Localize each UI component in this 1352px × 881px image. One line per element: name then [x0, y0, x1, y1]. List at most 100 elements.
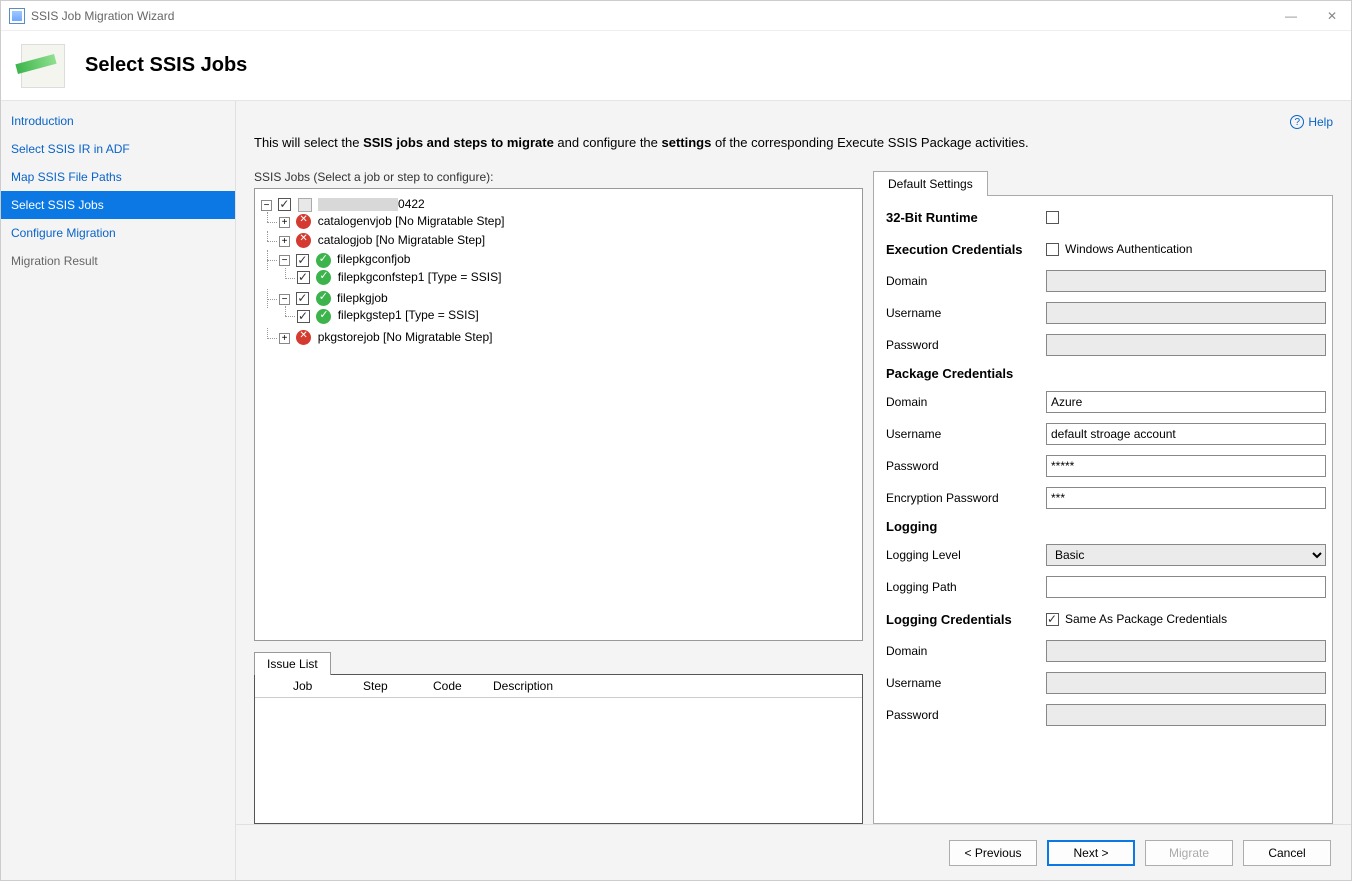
main-panel: ? Help This will select the SSIS jobs an…	[236, 101, 1351, 880]
logcred-header: Logging Credentials	[886, 612, 1046, 627]
issue-list-section: Issue List Job Step Code Description	[254, 651, 863, 824]
tree-step[interactable]: filepkgstep1 [Type = SSIS]	[297, 306, 856, 325]
log-level-select[interactable]: Basic	[1046, 544, 1326, 566]
logcred-domain-label: Domain	[886, 644, 1046, 658]
windows-auth-checkbox[interactable]	[1046, 243, 1059, 256]
pkg-domain-input[interactable]	[1046, 391, 1326, 413]
jobs-tree[interactable]: − 0422 + catalogenvjob [No Migratable	[254, 188, 863, 641]
step-checkbox[interactable]	[297, 271, 310, 284]
minus-expander-icon[interactable]: −	[261, 200, 272, 211]
job-checkbox[interactable]	[296, 254, 309, 267]
pkg-domain-label: Domain	[886, 395, 1046, 409]
plus-expander-icon[interactable]: +	[279, 236, 290, 247]
job-label: catalogjob [No Migratable Step]	[318, 233, 485, 247]
settings-column: Default Settings 32-Bit Runtime Executio…	[873, 170, 1333, 824]
minimize-button[interactable]: —	[1279, 7, 1303, 25]
pkg-username-label: Username	[886, 427, 1046, 441]
help-label: Help	[1308, 115, 1333, 129]
col-icon	[255, 679, 285, 693]
sidebar-item-configure-migration[interactable]: Configure Migration	[1, 219, 235, 247]
enc-password-input[interactable]	[1046, 487, 1326, 509]
exec-domain-input[interactable]	[1046, 270, 1326, 292]
intro-prefix: This will select the	[254, 135, 363, 150]
page-title: Select SSIS Jobs	[85, 54, 247, 77]
intro-suffix: of the corresponding Execute SSIS Packag…	[711, 135, 1028, 150]
pkg-password-label: Password	[886, 459, 1046, 473]
tree-job[interactable]: − filepkgjob	[279, 289, 856, 328]
col-step: Step	[355, 679, 425, 693]
wizard-step-icon	[21, 44, 65, 88]
pkg-username-input[interactable]	[1046, 423, 1326, 445]
sidebar-item-map-paths[interactable]: Map SSIS File Paths	[1, 163, 235, 191]
exec-password-input[interactable]	[1046, 334, 1326, 356]
jobs-column: SSIS Jobs (Select a job or step to confi…	[254, 170, 863, 824]
next-button[interactable]: Next >	[1047, 840, 1135, 866]
close-button[interactable]: ✕	[1321, 7, 1343, 25]
exec-username-input[interactable]	[1046, 302, 1326, 324]
tree-job[interactable]: + pkgstorejob [No Migratable Step]	[279, 328, 856, 347]
sidebar-item-select-ir[interactable]: Select SSIS IR in ADF	[1, 135, 235, 163]
step-sidebar: Introduction Select SSIS IR in ADF Map S…	[1, 101, 236, 880]
sidebar-item-label: Select SSIS IR in ADF	[11, 142, 130, 156]
job-label: catalogenvjob [No Migratable Step]	[318, 214, 505, 228]
server-name-redacted	[318, 198, 398, 211]
job-checkbox[interactable]	[296, 292, 309, 305]
issue-list[interactable]: Job Step Code Description	[254, 674, 863, 824]
job-label: pkgstorejob [No Migratable Step]	[318, 330, 493, 344]
col-code: Code	[425, 679, 485, 693]
step-checkbox[interactable]	[297, 310, 310, 323]
ok-icon	[316, 253, 331, 268]
windows-auth-label: Windows Authentication	[1065, 242, 1192, 256]
sidebar-item-select-jobs[interactable]: Select SSIS Jobs	[1, 191, 235, 219]
logcred-domain-input[interactable]	[1046, 640, 1326, 662]
help-link[interactable]: ? Help	[254, 115, 1333, 129]
job-label: filepkgconfjob	[337, 252, 410, 266]
same-as-pkg-checkbox[interactable]	[1046, 613, 1059, 626]
col-job: Job	[285, 679, 355, 693]
minus-expander-icon[interactable]: −	[279, 255, 290, 266]
sidebar-item-introduction[interactable]: Introduction	[1, 107, 235, 135]
titlebar: SSIS Job Migration Wizard — ✕	[1, 1, 1351, 31]
tree-job[interactable]: − filepkgconfjob	[279, 250, 856, 289]
previous-button[interactable]: < Previous	[949, 840, 1037, 866]
log-path-input[interactable]	[1046, 576, 1326, 598]
tree-step[interactable]: filepkgconfstep1 [Type = SSIS]	[297, 268, 856, 287]
sidebar-item-label: Map SSIS File Paths	[11, 170, 122, 184]
enc-password-label: Encryption Password	[886, 491, 1046, 505]
runtime-checkbox[interactable]	[1046, 211, 1059, 224]
window-controls: — ✕	[1279, 7, 1343, 25]
content-body: Introduction Select SSIS IR in ADF Map S…	[1, 101, 1351, 880]
logcred-username-label: Username	[886, 676, 1046, 690]
error-icon	[296, 214, 311, 229]
root-checkbox[interactable]	[278, 198, 291, 211]
issue-list-tab[interactable]: Issue List	[254, 652, 331, 675]
tree-root[interactable]: − 0422 + catalogenvjob [No Migratable	[261, 195, 856, 349]
cancel-button[interactable]: Cancel	[1243, 840, 1331, 866]
tree-job[interactable]: + catalogenvjob [No Migratable Step]	[279, 212, 856, 231]
exec-domain-label: Domain	[886, 274, 1046, 288]
minus-expander-icon[interactable]: −	[279, 294, 290, 305]
logcred-password-input[interactable]	[1046, 704, 1326, 726]
intro-text: This will select the SSIS jobs and steps…	[254, 135, 1333, 150]
step-label: filepkgconfstep1 [Type = SSIS]	[338, 270, 502, 284]
plus-expander-icon[interactable]: +	[279, 217, 290, 228]
window-title: SSIS Job Migration Wizard	[31, 9, 174, 23]
step-label: filepkgstep1 [Type = SSIS]	[338, 308, 479, 322]
default-settings-tab[interactable]: Default Settings	[873, 171, 988, 196]
plus-expander-icon[interactable]: +	[279, 333, 290, 344]
intro-bold2: settings	[662, 135, 712, 150]
tree-job[interactable]: + catalogjob [No Migratable Step]	[279, 231, 856, 250]
sidebar-item-label: Configure Migration	[11, 226, 116, 240]
logcred-password-label: Password	[886, 708, 1046, 722]
app-icon	[9, 8, 25, 24]
exec-username-label: Username	[886, 306, 1046, 320]
pkg-credentials-header: Package Credentials	[886, 366, 1326, 381]
server-icon	[298, 198, 312, 212]
logging-header: Logging	[886, 519, 1326, 534]
logcred-username-input[interactable]	[1046, 672, 1326, 694]
wizard-footer: < Previous Next > Migrate Cancel	[236, 824, 1351, 880]
ok-icon	[316, 309, 331, 324]
log-level-label: Logging Level	[886, 548, 1046, 562]
ok-icon	[316, 270, 331, 285]
pkg-password-input[interactable]	[1046, 455, 1326, 477]
